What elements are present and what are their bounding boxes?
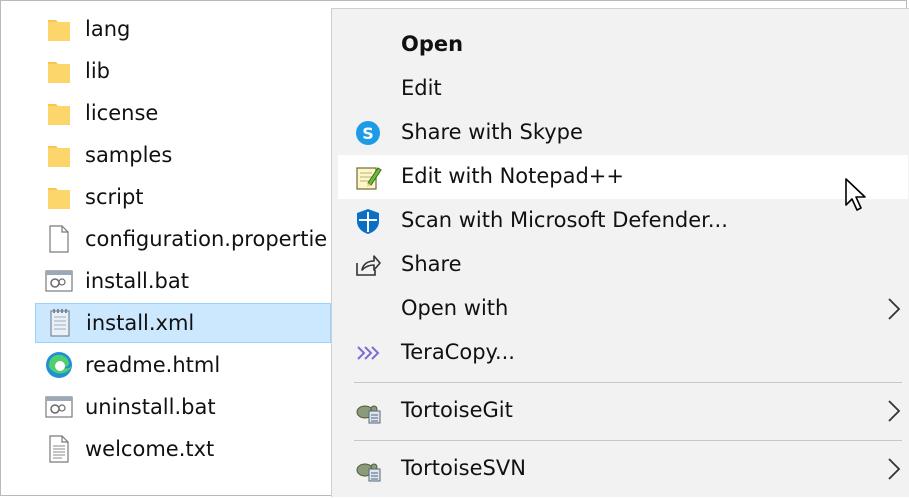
file-name: uninstall.bat	[85, 395, 216, 419]
file-name: lib	[85, 59, 110, 83]
menu-item-label: Share	[401, 252, 462, 276]
notepad-plus-plus-icon	[354, 163, 382, 191]
file-item-samples[interactable]: samples	[35, 135, 331, 175]
folder-icon	[45, 98, 73, 128]
menu-item-tortoisegit[interactable]: TortoiseGit	[338, 389, 908, 433]
file-name: install.bat	[85, 269, 189, 293]
file-name: readme.html	[85, 353, 221, 377]
xml-file-icon	[46, 308, 74, 338]
menu-item-open-with[interactable]: Open with	[338, 287, 908, 331]
explorer-window: lang lib license samples script configur…	[0, 0, 909, 497]
menu-item-label: Open	[401, 32, 464, 56]
file-item-lang[interactable]: lang	[35, 9, 331, 49]
menu-item-tortoisesvn[interactable]: TortoiseSVN	[338, 447, 908, 491]
chevron-right-icon	[888, 400, 901, 422]
tortoisesvn-icon	[354, 455, 382, 483]
menu-item-open[interactable]: Open	[338, 23, 908, 67]
edge-icon	[45, 350, 73, 380]
file-item-install-bat[interactable]: install.bat	[35, 261, 331, 301]
file-name: samples	[85, 143, 173, 167]
svg-text:S: S	[362, 124, 374, 143]
folder-icon	[45, 140, 73, 170]
file-name: script	[85, 185, 144, 209]
share-icon	[354, 251, 382, 279]
context-menu: Open Edit S Share with Skype Edit with N…	[331, 8, 909, 497]
menu-item-label: Edit with Notepad++	[401, 164, 625, 188]
text-file-icon	[45, 434, 73, 464]
folder-icon	[45, 56, 73, 86]
file-item-configuration[interactable]: configuration.propertie	[35, 219, 331, 259]
batch-file-icon	[45, 392, 73, 422]
file-name: license	[85, 101, 159, 125]
menu-item-label: Scan with Microsoft Defender...	[401, 208, 728, 232]
blank-file-icon	[45, 224, 73, 254]
batch-file-icon	[45, 266, 73, 296]
teracopy-icon	[354, 339, 382, 367]
file-name: configuration.propertie	[85, 227, 328, 251]
menu-item-edit[interactable]: Edit	[338, 67, 908, 111]
file-name: welcome.txt	[85, 437, 215, 461]
menu-item-share[interactable]: Share	[338, 243, 908, 287]
chevron-right-icon	[888, 458, 901, 480]
menu-separator	[354, 382, 902, 383]
menu-item-label: Share with Skype	[401, 120, 583, 144]
menu-item-edit-with-notepad-plus-plus[interactable]: Edit with Notepad++	[338, 155, 908, 199]
tortoisegit-icon	[354, 397, 382, 425]
menu-item-share-with-skype[interactable]: S Share with Skype	[338, 111, 908, 155]
menu-item-label: Open with	[401, 296, 509, 320]
folder-icon	[45, 14, 73, 44]
menu-separator	[354, 440, 902, 441]
menu-item-label: TortoiseGit	[401, 398, 513, 422]
defender-shield-icon	[354, 207, 382, 235]
menu-item-label: TeraCopy...	[401, 340, 515, 364]
file-item-script[interactable]: script	[35, 177, 331, 217]
file-item-lib[interactable]: lib	[35, 51, 331, 91]
menu-item-teracopy[interactable]: TeraCopy...	[338, 331, 908, 375]
folder-icon	[45, 182, 73, 212]
chevron-right-icon	[888, 298, 901, 320]
skype-icon: S	[354, 119, 382, 147]
menu-item-label: Edit	[401, 76, 442, 100]
file-name: lang	[85, 17, 131, 41]
menu-item-scan-with-defender[interactable]: Scan with Microsoft Defender...	[338, 199, 908, 243]
file-item-install-xml[interactable]: install.xml	[35, 303, 331, 343]
file-item-uninstall-bat[interactable]: uninstall.bat	[35, 387, 331, 427]
file-item-license[interactable]: license	[35, 93, 331, 133]
file-item-welcome-txt[interactable]: welcome.txt	[35, 429, 331, 469]
file-item-readme-html[interactable]: readme.html	[35, 345, 331, 385]
file-name: install.xml	[86, 311, 195, 335]
menu-item-label: TortoiseSVN	[401, 456, 526, 480]
mouse-cursor-icon	[845, 178, 866, 211]
